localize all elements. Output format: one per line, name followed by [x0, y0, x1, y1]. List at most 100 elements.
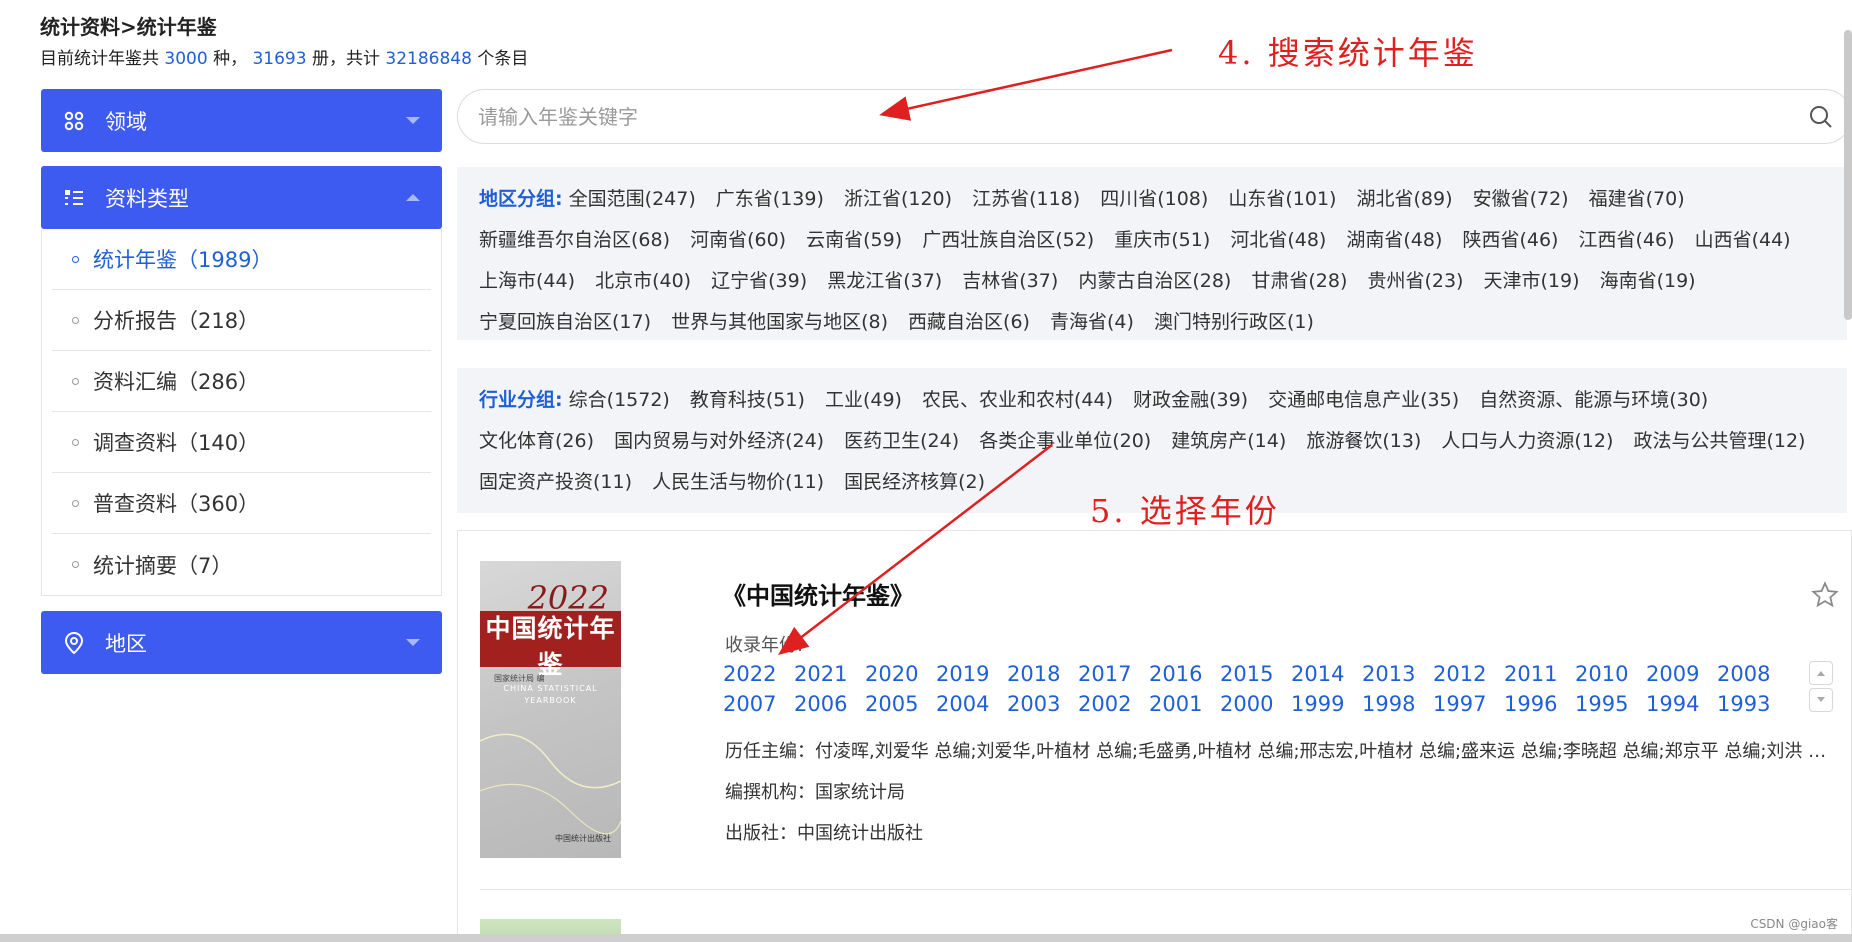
region-filter-link[interactable]: 吉林省(37) — [962, 270, 1058, 292]
year-link[interactable]: 2011 — [1504, 661, 1575, 687]
industry-filter-link[interactable]: 综合(1572) — [569, 389, 670, 411]
year-link[interactable]: 2016 — [1149, 661, 1220, 687]
region-filter-link[interactable]: 辽宁省(39) — [711, 270, 807, 292]
region-filter-link[interactable]: 浙江省(120) — [844, 188, 952, 210]
region-filter-link[interactable]: 世界与其他国家与地区(8) — [671, 311, 888, 333]
type-item-report[interactable]: 分析报告（218） — [52, 290, 431, 351]
vertical-scrollbar[interactable] — [1844, 30, 1852, 320]
year-link[interactable]: 2006 — [794, 691, 865, 717]
year-link[interactable]: 2014 — [1291, 661, 1362, 687]
region-filter-link[interactable]: 上海市(44) — [479, 270, 575, 292]
year-link[interactable]: 2018 — [1007, 661, 1078, 687]
region-filter-link[interactable]: 江苏省(118) — [972, 188, 1080, 210]
breadcrumb[interactable]: 统计资料>统计年鉴 — [40, 12, 528, 42]
industry-filter-link[interactable]: 自然资源、能源与环境(30) — [1479, 389, 1708, 411]
scroll-up-button[interactable] — [1809, 661, 1833, 685]
region-filter-link[interactable]: 广东省(139) — [716, 188, 824, 210]
year-link[interactable]: 2017 — [1078, 661, 1149, 687]
year-link[interactable]: 2022 — [723, 661, 794, 687]
region-filter-link[interactable]: 甘肃省(28) — [1251, 270, 1347, 292]
year-link[interactable]: 2010 — [1575, 661, 1646, 687]
year-link[interactable]: 2004 — [936, 691, 1007, 717]
region-filter-link[interactable]: 贵州省(23) — [1367, 270, 1463, 292]
industry-filter-link[interactable]: 工业(49) — [825, 389, 902, 411]
region-filter-link[interactable]: 新疆维吾尔自治区(68) — [479, 229, 670, 251]
year-link[interactable]: 2021 — [794, 661, 865, 687]
year-link[interactable]: 2013 — [1362, 661, 1433, 687]
industry-filter-link[interactable]: 文化体育(26) — [479, 430, 594, 452]
year-link[interactable]: 2001 — [1149, 691, 1220, 717]
industry-filter-link[interactable]: 农民、农业和农村(44) — [922, 389, 1113, 411]
region-filter-link[interactable]: 黑龙江省(37) — [827, 270, 942, 292]
sidebar-type-header[interactable]: 资料类型 — [41, 166, 442, 229]
year-link[interactable]: 2000 — [1220, 691, 1291, 717]
region-filter-link[interactable]: 云南省(59) — [806, 229, 902, 251]
industry-filter-link[interactable]: 财政金融(39) — [1133, 389, 1248, 411]
region-filter-link[interactable]: 江西省(46) — [1579, 229, 1675, 251]
region-filter-link[interactable]: 湖南省(48) — [1346, 229, 1442, 251]
search-icon[interactable] — [1801, 97, 1841, 137]
book-cover[interactable]: 2022 中国统计年鉴 CHINA STATISTICAL YEARBOOK 国… — [480, 561, 621, 858]
year-link[interactable]: 2019 — [936, 661, 1007, 687]
year-link[interactable]: 2012 — [1433, 661, 1504, 687]
year-link[interactable]: 2020 — [865, 661, 936, 687]
book-title[interactable]: 《中国统计年鉴》 — [722, 576, 914, 611]
industry-filter-link[interactable]: 国民经济核算(2) — [844, 471, 985, 493]
region-filter-link[interactable]: 北京市(40) — [595, 270, 691, 292]
region-filter-link[interactable]: 青海省(4) — [1050, 311, 1134, 333]
region-filter-link[interactable]: 内蒙古自治区(28) — [1078, 270, 1231, 292]
year-link[interactable]: 1994 — [1646, 691, 1717, 717]
industry-filter-link[interactable]: 人口与人力资源(12) — [1441, 430, 1613, 452]
year-link[interactable]: 2002 — [1078, 691, 1149, 717]
region-filter-link[interactable]: 陕西省(46) — [1462, 229, 1558, 251]
region-filter-link[interactable]: 西藏自治区(6) — [908, 311, 1030, 333]
region-filter-link[interactable]: 河北省(48) — [1230, 229, 1326, 251]
region-filter-link[interactable]: 宁夏回族自治区(17) — [479, 311, 651, 333]
region-filter-link[interactable]: 海南省(19) — [1600, 270, 1696, 292]
scroll-down-button[interactable] — [1809, 688, 1833, 712]
region-filter-link[interactable]: 重庆市(51) — [1114, 229, 1210, 251]
region-filter-link[interactable]: 四川省(108) — [1100, 188, 1208, 210]
industry-filter-link[interactable]: 政法与公共管理(12) — [1633, 430, 1805, 452]
industry-filter-link[interactable]: 教育科技(51) — [690, 389, 805, 411]
year-link[interactable]: 1993 — [1717, 691, 1788, 717]
industry-filter-link[interactable]: 各类企事业单位(20) — [979, 430, 1151, 452]
year-link[interactable]: 2007 — [723, 691, 794, 717]
year-link[interactable]: 2009 — [1646, 661, 1717, 687]
year-link[interactable]: 1997 — [1433, 691, 1504, 717]
year-link[interactable]: 1996 — [1504, 691, 1575, 717]
year-link[interactable]: 2015 — [1220, 661, 1291, 687]
region-filter-link[interactable]: 山西省(44) — [1695, 229, 1791, 251]
year-link[interactable]: 2003 — [1007, 691, 1078, 717]
sidebar-domain-header[interactable]: 领域 — [41, 89, 442, 152]
year-link[interactable]: 1998 — [1362, 691, 1433, 717]
industry-filter-link[interactable]: 医药卫生(24) — [844, 430, 959, 452]
type-item-census[interactable]: 普查资料（360） — [52, 473, 431, 534]
year-link[interactable]: 1995 — [1575, 691, 1646, 717]
type-item-compilation[interactable]: 资料汇编（286） — [52, 351, 431, 412]
region-filter-link[interactable]: 湖北省(89) — [1357, 188, 1453, 210]
horizontal-scrollbar[interactable] — [0, 934, 1852, 942]
region-filter-link[interactable]: 天津市(19) — [1484, 270, 1580, 292]
region-filter-link[interactable]: 澳门特别行政区(1) — [1154, 311, 1314, 333]
search-input[interactable] — [478, 104, 1801, 129]
region-filter-link[interactable]: 广西壮族自治区(52) — [922, 229, 1094, 251]
region-filter-link[interactable]: 全国范围(247) — [569, 188, 696, 210]
region-filter-link[interactable]: 河南省(60) — [690, 229, 786, 251]
type-item-survey[interactable]: 调查资料（140） — [52, 412, 431, 473]
industry-filter-link[interactable]: 交通邮电信息产业(35) — [1268, 389, 1459, 411]
industry-filter-link[interactable]: 旅游餐饮(13) — [1306, 430, 1421, 452]
type-item-yearbook[interactable]: 统计年鉴（1989） — [52, 229, 431, 290]
region-filter-link[interactable]: 安徽省(72) — [1473, 188, 1569, 210]
year-link[interactable]: 2008 — [1717, 661, 1788, 687]
star-icon[interactable] — [1811, 581, 1839, 609]
year-link[interactable]: 1999 — [1291, 691, 1362, 717]
sidebar-region-header[interactable]: 地区 — [41, 611, 442, 674]
industry-filter-link[interactable]: 固定资产投资(11) — [479, 471, 632, 493]
industry-filter-link[interactable]: 建筑房产(14) — [1171, 430, 1286, 452]
region-filter-link[interactable]: 福建省(70) — [1589, 188, 1685, 210]
industry-filter-link[interactable]: 国内贸易与对外经济(24) — [614, 430, 824, 452]
type-item-abstract[interactable]: 统计摘要（7） — [52, 534, 431, 595]
year-link[interactable]: 2005 — [865, 691, 936, 717]
region-filter-link[interactable]: 山东省(101) — [1228, 188, 1336, 210]
